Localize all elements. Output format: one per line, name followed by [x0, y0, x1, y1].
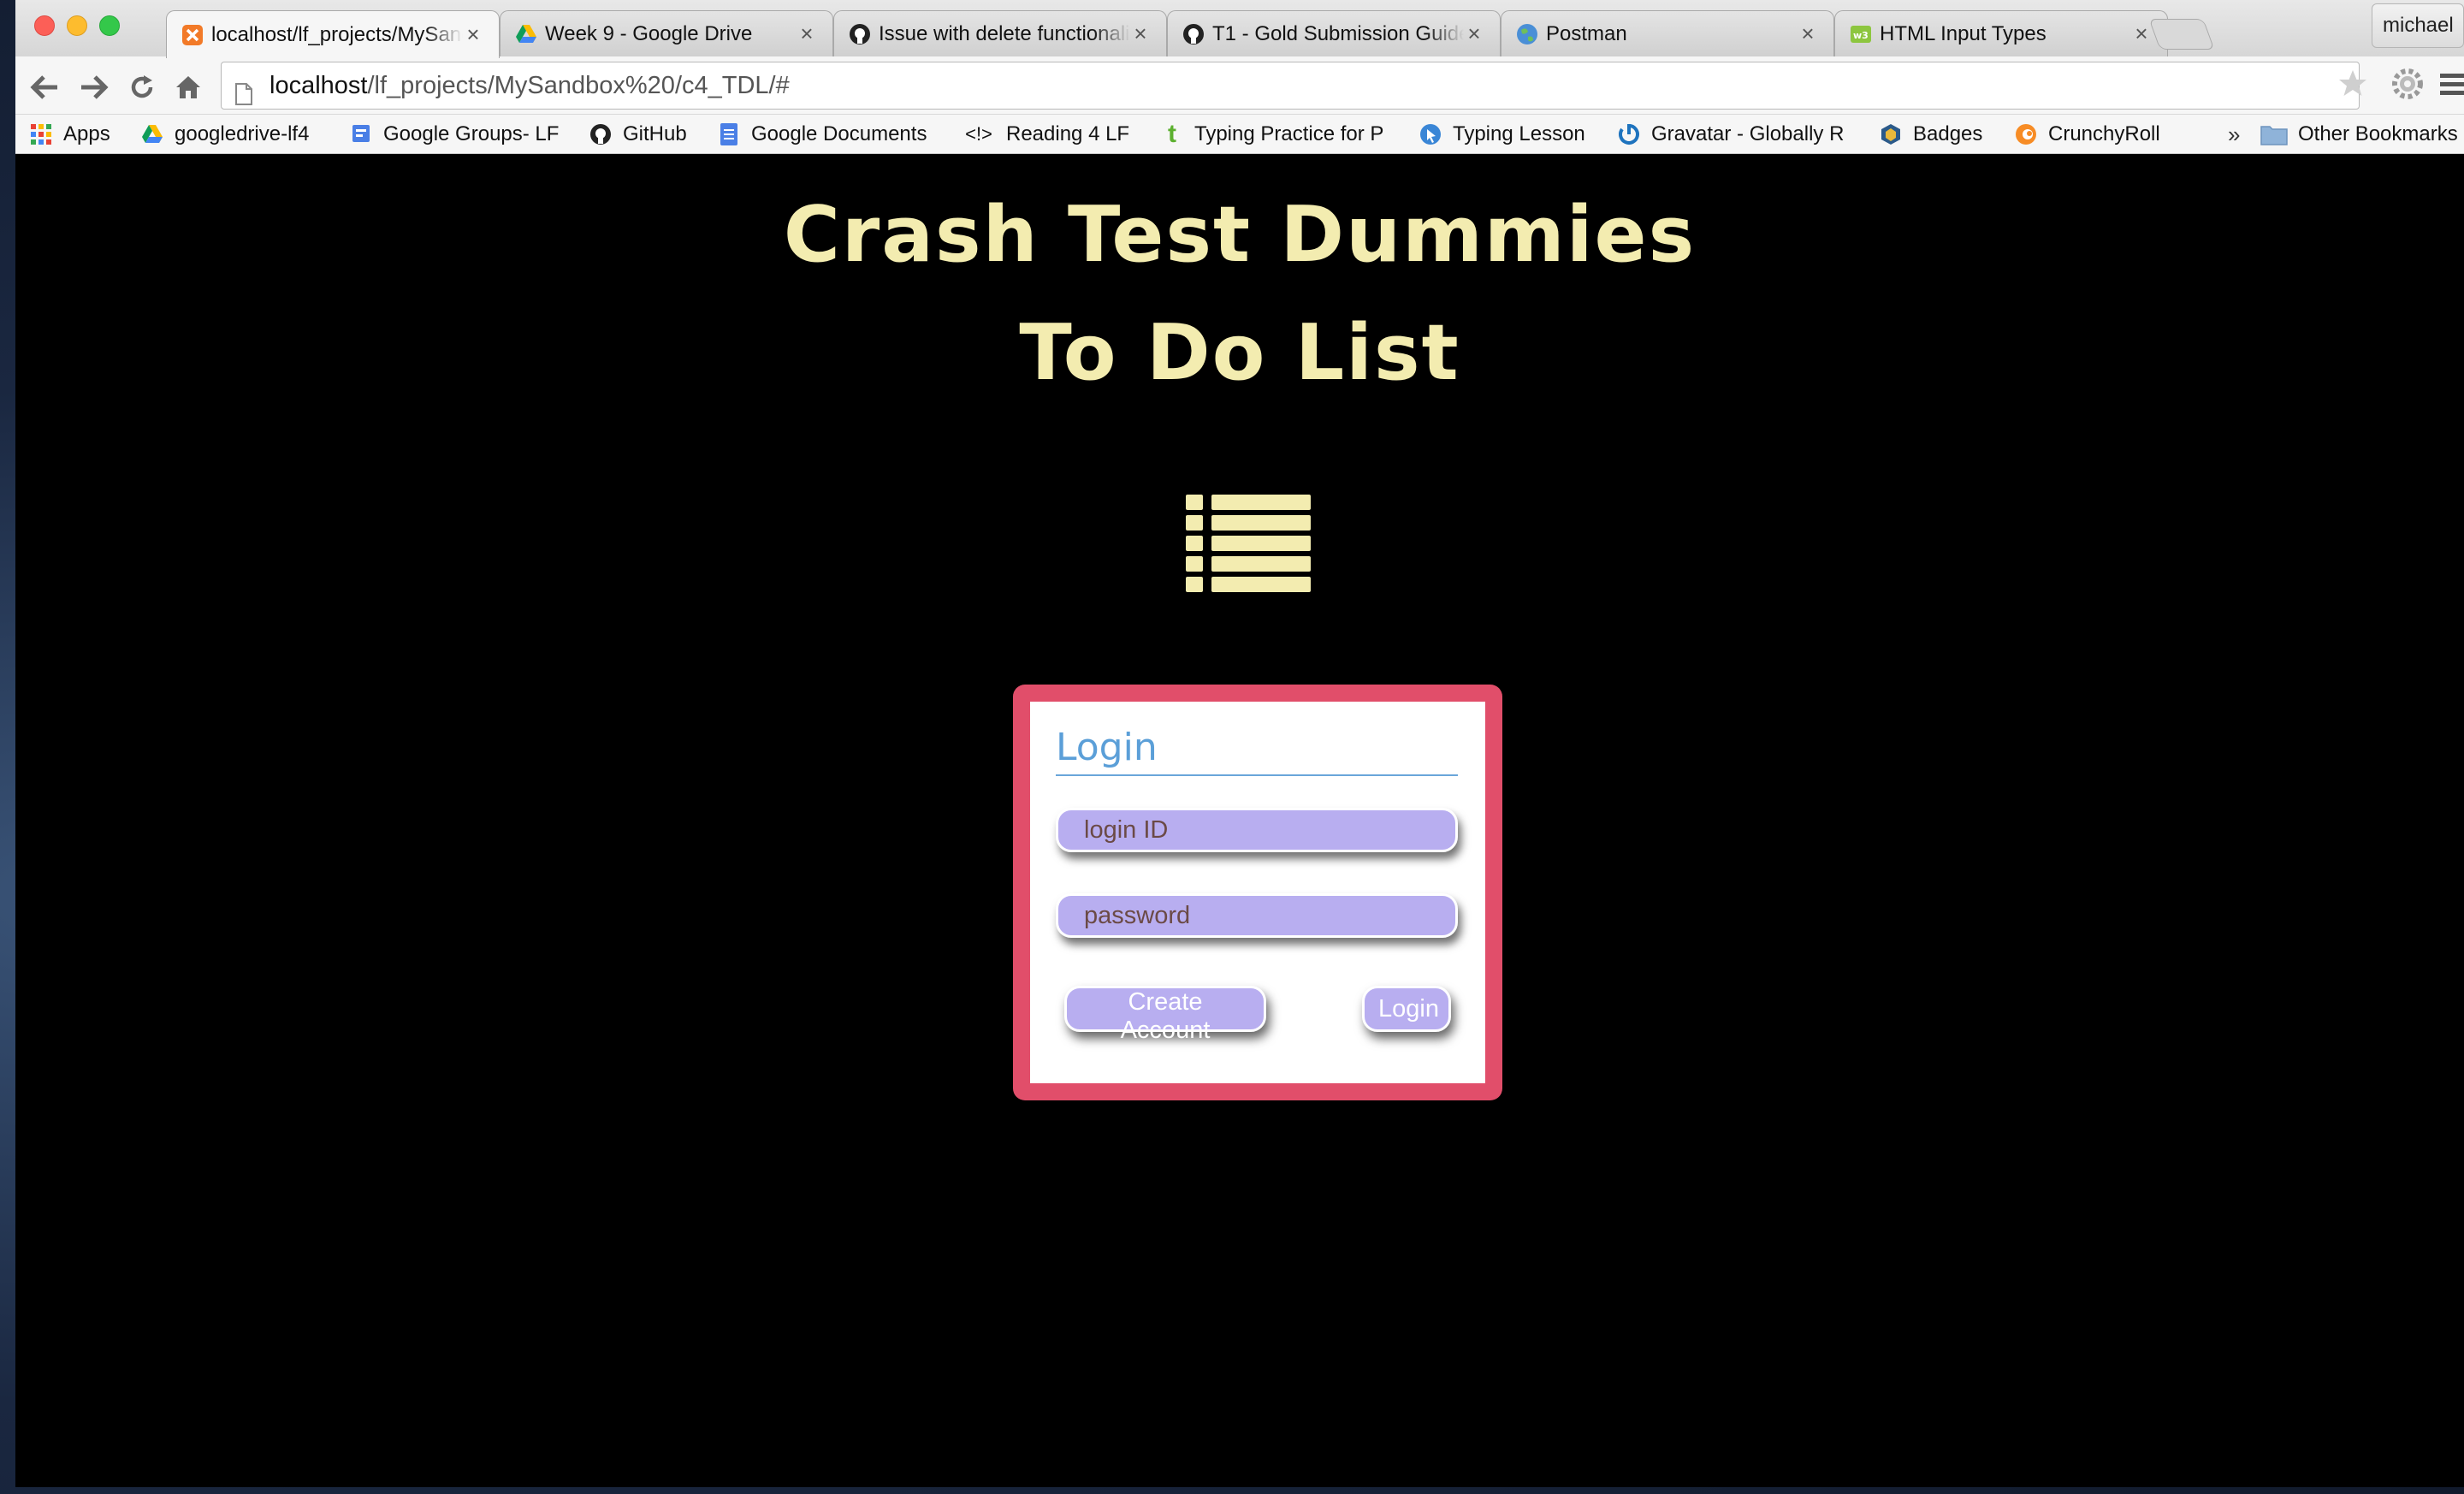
github-icon	[589, 122, 613, 146]
bookmark-google-groups[interactable]: Google Groups- LF	[349, 120, 559, 149]
url-path: /lf_projects/MySandbox%20/c4_TDL/#	[367, 72, 790, 99]
bookmark-label: googledrive-lf4	[175, 122, 310, 145]
tab-github-issue[interactable]: Issue with delete functionality ×	[833, 10, 1167, 56]
bookmark-github[interactable]: GitHub	[589, 120, 687, 149]
bookmark-reading-4-lf[interactable]: <!> Reading 4 LF	[962, 120, 1129, 149]
page-viewport: Crash Test Dummies To Do List Login logi…	[15, 154, 2464, 1487]
w3schools-icon: w3	[1849, 22, 1873, 46]
crunchyroll-icon	[2014, 122, 2038, 146]
login-card: Login Create Account Login	[1013, 685, 1502, 1100]
bookmark-crunchyroll[interactable]: CrunchyRoll	[2014, 120, 2160, 149]
back-button[interactable]	[27, 70, 62, 104]
address-bar[interactable]: localhost/lf_projects/MySandbox%20/c4_TD…	[221, 62, 2360, 110]
bookmark-typing-lesson[interactable]: Typing Lesson	[1419, 120, 1585, 149]
tab-postman[interactable]: Postman ×	[1501, 10, 1834, 56]
close-icon[interactable]: ×	[1798, 21, 1818, 47]
browser-window: localhost/lf_projects/MySandbox%20/c4_TD…	[15, 0, 2464, 1487]
tab-title: HTML Input Types	[1880, 21, 2046, 45]
badges-icon	[1879, 122, 1903, 146]
login-id-input[interactable]	[1056, 808, 1458, 852]
globe-icon	[1515, 22, 1539, 46]
close-icon[interactable]: ×	[1464, 21, 1484, 47]
bookmarks-bar: Apps googledrive-lf4 Google Groups- LF G…	[15, 115, 2464, 154]
bookmark-gravatar[interactable]: Gravatar - Globally R	[1617, 120, 1844, 149]
new-tab-button[interactable]	[2148, 19, 2215, 50]
svg-text:w3: w3	[1853, 30, 1869, 41]
login-form: Login Create Account Login	[1030, 702, 1485, 1083]
bookmarks-overflow-button[interactable]: »	[2228, 120, 2240, 149]
google-docs-icon	[717, 122, 741, 146]
home-icon	[176, 76, 200, 98]
create-account-button[interactable]: Create Account	[1064, 986, 1266, 1044]
forward-arrow-icon	[81, 75, 109, 99]
bookmark-label: Reading 4 LF	[1006, 122, 1130, 145]
close-icon[interactable]: ×	[1130, 21, 1151, 47]
extension-gear-icon[interactable]	[2390, 67, 2425, 105]
bookmark-label: Badges	[1913, 122, 1983, 145]
google-drive-icon	[140, 122, 164, 146]
tab-title: Issue with delete functionality	[879, 21, 1130, 45]
code-tag-icon: <!>	[965, 123, 992, 145]
password-input[interactable]	[1056, 893, 1458, 938]
cursor-icon	[1419, 122, 1442, 146]
other-bookmarks-folder[interactable]: Other Bookmarks	[2260, 120, 2458, 149]
reload-icon	[131, 75, 153, 98]
bookmark-label: GitHub	[623, 122, 687, 145]
tab-localhost[interactable]: localhost/lf_projects/MySandbox%20/c4_TD…	[166, 10, 500, 58]
window-close-button[interactable]	[34, 15, 55, 36]
bookmark-googledrive[interactable]: googledrive-lf4	[140, 120, 309, 149]
bookmark-star-icon[interactable]	[2337, 68, 2368, 104]
login-heading: Login	[1056, 726, 1458, 776]
page-title-line-2: To Do List	[1019, 308, 1460, 398]
folder-icon	[2260, 122, 2288, 146]
forward-button[interactable]	[77, 70, 111, 104]
window-minimize-button[interactable]	[67, 15, 87, 36]
close-icon[interactable]: ×	[463, 21, 483, 48]
bookmark-apps[interactable]: Apps	[29, 120, 110, 149]
list-icon	[1186, 495, 1311, 596]
tab-title: Postman	[1546, 21, 1627, 45]
home-button[interactable]	[171, 70, 205, 104]
bookmark-label: Gravatar - Globally R	[1651, 122, 1845, 145]
tab-github-gold[interactable]: T1 - Gold Submission Guidelines ×	[1167, 10, 1501, 56]
gravatar-icon	[1617, 122, 1641, 146]
bookmark-label: CrunchyRoll	[2048, 122, 2160, 145]
window-maximize-button[interactable]	[99, 15, 120, 36]
browser-toolbar: localhost/lf_projects/MySandbox%20/c4_TD…	[15, 56, 2464, 115]
typing-t-icon: t	[1168, 120, 1176, 148]
github-icon	[1182, 22, 1205, 46]
bookmark-label: Typing Practice for P	[1194, 122, 1384, 145]
tab-title: Week 9 - Google Drive	[545, 21, 753, 45]
apps-grid-icon	[29, 122, 53, 146]
google-groups-icon	[349, 122, 373, 146]
tab-google-drive[interactable]: Week 9 - Google Drive ×	[500, 10, 833, 56]
bookmark-badges[interactable]: Badges	[1879, 120, 1982, 149]
close-icon[interactable]: ×	[2131, 21, 2152, 47]
reload-button[interactable]	[125, 70, 159, 104]
bookmark-label: Other Bookmarks	[2298, 122, 2458, 145]
google-drive-icon	[514, 22, 538, 46]
xampp-icon	[181, 23, 204, 47]
bookmark-label: Apps	[63, 122, 110, 145]
close-icon[interactable]: ×	[797, 21, 817, 47]
page-icon	[235, 74, 252, 121]
bookmark-google-documents[interactable]: Google Documents	[717, 120, 927, 149]
tab-strip: localhost/lf_projects/MySandbox%20/c4_TD…	[15, 0, 2464, 58]
login-button[interactable]: Login	[1362, 986, 1451, 1032]
bookmark-typing-practice[interactable]: t Typing Practice for P	[1160, 120, 1383, 149]
tab-title: localhost/lf_projects/MySandbox%20/c4_TD…	[211, 22, 463, 46]
back-arrow-icon	[30, 75, 57, 99]
url-host: localhost	[270, 72, 368, 99]
page-title-line-1: Crash Test Dummies	[783, 190, 1697, 280]
tab-title: T1 - Gold Submission Guidelines	[1212, 21, 1464, 45]
bookmark-label: Typing Lesson	[1453, 122, 1585, 145]
bookmark-label: Google Groups- LF	[383, 122, 560, 145]
menu-hamburger-icon[interactable]	[2440, 72, 2464, 102]
tab-html-input-types[interactable]: w3 HTML Input Types ×	[1834, 10, 2168, 56]
github-icon	[848, 22, 872, 46]
profile-button[interactable]: michael	[2372, 3, 2464, 48]
bookmark-label: Google Documents	[751, 122, 927, 145]
